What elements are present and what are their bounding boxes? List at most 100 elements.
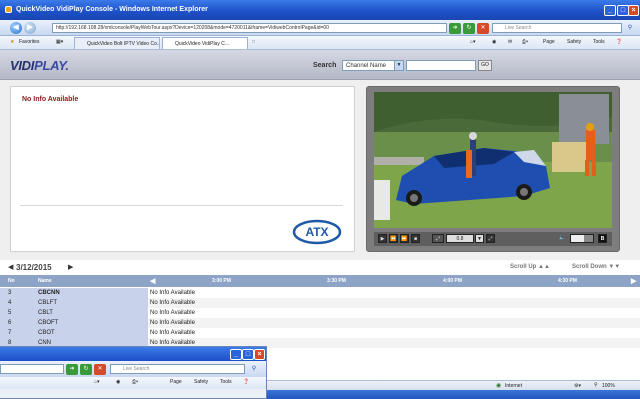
refresh-icon[interactable]: ↻ (463, 23, 475, 34)
program-cell[interactable]: No Info Available (148, 298, 640, 308)
print-icon[interactable]: ⎙▾ (522, 39, 528, 45)
second-help-icon[interactable]: ❓ (243, 379, 249, 385)
tab-list-icon[interactable]: ▦▾ (56, 39, 63, 45)
back-icon[interactable]: ◀ (10, 22, 22, 34)
time-slot-3: 4:00 PM (443, 278, 462, 284)
search-field-value: Channel Name (346, 63, 387, 69)
channel-name[interactable]: CBCNN (35, 288, 148, 298)
second-stop-icon[interactable]: ✕ (94, 364, 106, 375)
search-field-select[interactable]: Channel Name ▼ (342, 60, 404, 71)
guide-header: No Name ◀ 3:00 PM 3:30 PM 4:00 PM 4:30 P… (0, 275, 640, 287)
table-row[interactable]: 7 CBOT No Info Available (0, 328, 640, 338)
stop-icon[interactable]: ■ (411, 234, 420, 243)
forward-icon[interactable]: ⏩ (400, 234, 409, 243)
new-tab-icon[interactable]: □ (252, 39, 255, 45)
help-icon[interactable]: ❓ (616, 39, 622, 45)
favorites-button[interactable]: Favorites (19, 39, 40, 45)
zoom-icon[interactable]: ⚲ (594, 382, 598, 388)
second-refresh-icon[interactable]: ↻ (80, 364, 92, 375)
second-go-icon[interactable]: ➜ (66, 364, 78, 375)
program-cell[interactable]: No Info Available (148, 318, 640, 328)
second-command-bar: ⌂▾ ◉ ⎙▾ Page Safety Tools ❓ (0, 377, 266, 389)
second-maximize-button[interactable]: □ (242, 349, 254, 360)
rewind-icon[interactable]: ⏪ (389, 234, 398, 243)
second-search-icon[interactable]: ⚲ (248, 364, 260, 375)
zoom-level[interactable]: 100% (602, 383, 615, 389)
second-feeds-icon[interactable]: ◉ (116, 379, 120, 385)
close-button[interactable]: × (628, 5, 639, 16)
search-text-input[interactable] (406, 60, 476, 71)
scroll-up-label: Scroll Up (510, 264, 537, 270)
second-address-bar[interactable] (0, 364, 64, 374)
protected-mode-icon[interactable]: ⚙▾ (574, 383, 581, 389)
time-next-icon[interactable]: ▶ (631, 277, 636, 285)
channel-number: 6 (0, 318, 35, 328)
minimize-button[interactable]: _ (604, 5, 616, 16)
tab-vidiplay-console[interactable]: QuickVideo VidiPlay C... (162, 37, 248, 49)
table-row[interactable]: 5 CBLT No Info Available (0, 308, 640, 318)
volume-icon[interactable]: 🔈 (558, 234, 567, 243)
page-menu[interactable]: Page (543, 39, 555, 45)
table-row[interactable]: 4 CBLFT No Info Available (0, 298, 640, 308)
tools-menu[interactable]: Tools (593, 39, 605, 45)
live-search-input[interactable]: Live Search (492, 23, 622, 33)
second-page-menu[interactable]: Page (170, 379, 182, 385)
next-day-icon[interactable]: ▶ (68, 263, 73, 271)
channel-number: 5 (0, 308, 35, 318)
second-tools-menu[interactable]: Tools (220, 379, 232, 385)
second-home-icon[interactable]: ⌂▾ (94, 379, 100, 385)
second-minimize-button[interactable]: _ (230, 349, 242, 360)
atx-logo-text: ATX (305, 225, 328, 239)
volume-slider[interactable] (570, 234, 594, 243)
second-safety-menu[interactable]: Safety (194, 379, 208, 385)
go-button[interactable]: GO (478, 60, 492, 71)
scroll-down-label: Scroll Down (572, 264, 607, 270)
second-navigation-bar: ➜ ↻ ✕ Live Search ⚲ (0, 361, 266, 377)
fullscreen-icon[interactable]: ⤢ (486, 234, 495, 243)
chevron-down-icon[interactable]: ▼ (475, 234, 484, 243)
table-row[interactable]: 6 CBOFT No Info Available (0, 318, 640, 328)
tab-quickvideo-bolt[interactable]: QuickVideo Bolt IPTV Video Co... (74, 37, 160, 49)
address-bar[interactable]: http://192.168.108.28/xmlconsole/PlayWeb… (52, 23, 447, 33)
header-name: Name (38, 278, 52, 284)
window-title-bar: QuickVideo VidiPlay Console - Windows In… (0, 0, 640, 20)
scroll-down-button[interactable]: Scroll Down ▼▼ (572, 264, 620, 270)
internet-zone-icon: ◉ (496, 383, 502, 389)
program-cell[interactable]: No Info Available (148, 328, 640, 338)
favorites-bar: ★ Favorites ▦▾ QuickVideo Bolt IPTV Vide… (0, 36, 640, 50)
video-frame[interactable] (374, 92, 612, 228)
favorites-star-icon: ★ (10, 39, 15, 45)
chevron-down-icon[interactable]: ▼ (394, 61, 403, 70)
table-row[interactable]: 3 CBCNN No Info Available (0, 288, 640, 298)
forward-icon[interactable]: ▶ (24, 22, 36, 34)
prev-day-icon[interactable]: ◀ (8, 263, 13, 271)
vidiplay-logo: VIDIPLAY. (10, 58, 69, 73)
time-slot-4: 4:30 PM (558, 278, 577, 284)
search-icon[interactable]: ⚲ (624, 23, 636, 34)
scroll-up-button[interactable]: Scroll Up ▲▲ (510, 264, 550, 270)
second-print-icon[interactable]: ⎙▾ (132, 379, 138, 385)
channel-name[interactable]: CBOFT (35, 318, 148, 328)
mail-icon[interactable]: ✉ (508, 39, 512, 45)
atx-logo: ATX (292, 219, 342, 245)
time-slot-1: 3:00 PM (212, 278, 231, 284)
time-prev-icon[interactable]: ◀ (150, 277, 155, 285)
stop-icon[interactable]: ✕ (477, 23, 489, 34)
info-icon[interactable]: B (598, 234, 607, 243)
second-live-search-input[interactable]: Live Search (110, 364, 245, 374)
internet-zone-label: Internet (505, 383, 522, 389)
safety-menu[interactable]: Safety (567, 39, 581, 45)
go-icon[interactable]: ➜ (449, 23, 461, 34)
program-cell[interactable]: No Info Available (148, 288, 640, 298)
channel-name[interactable]: CBLT (35, 308, 148, 318)
feeds-icon[interactable]: ◉ (492, 39, 496, 45)
channel-name[interactable]: CBLFT (35, 298, 148, 308)
time-slot-2: 3:30 PM (327, 278, 346, 284)
channel-select[interactable]: 0.8 (446, 234, 474, 243)
home-icon[interactable]: ⌂▾ (470, 39, 476, 45)
play-icon[interactable]: ▶ (378, 234, 387, 243)
aspect-icon[interactable]: ⤢ (432, 234, 444, 243)
second-close-button[interactable]: × (254, 349, 265, 360)
program-cell[interactable]: No Info Available (148, 308, 640, 318)
channel-name[interactable]: CBOT (35, 328, 148, 338)
